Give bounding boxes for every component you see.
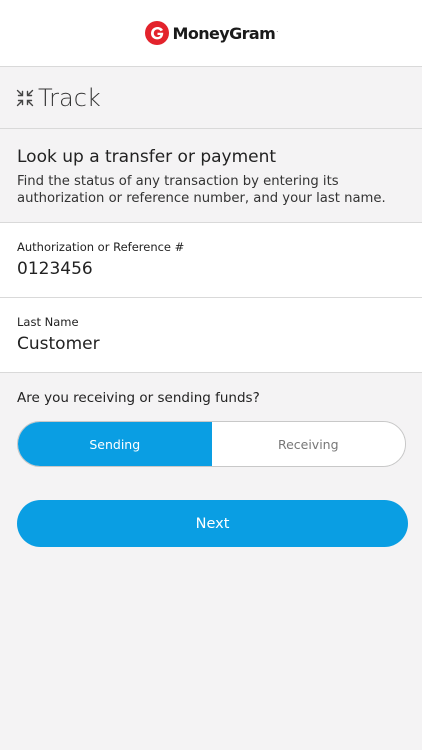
reference-field[interactable]: Authorization or Reference # 0123456 — [0, 223, 422, 298]
moneygram-logo-icon — [144, 21, 169, 45]
next-button[interactable]: Next — [17, 500, 408, 547]
track-section-header: Track — [0, 67, 422, 129]
moneygram-logo: MoneyGram. — [144, 21, 279, 45]
reference-field-label: Authorization or Reference # — [17, 240, 185, 254]
app-header: MoneyGram. — [0, 0, 422, 67]
brand-mark: . — [276, 27, 278, 35]
receiving-option[interactable]: Receiving — [211, 422, 405, 466]
sending-option[interactable]: Sending — [18, 422, 212, 466]
direction-question: Are you receiving or sending funds? — [17, 390, 260, 406]
last-name-field[interactable]: Last Name Customer — [0, 298, 422, 373]
last-name-field-label: Last Name — [17, 315, 79, 329]
direction-toggle[interactable]: Sending Receiving — [17, 421, 406, 467]
reference-input[interactable]: 0123456 — [17, 259, 406, 279]
last-name-input[interactable]: Customer — [17, 334, 406, 354]
intro-section: Look up a transfer or payment Find the s… — [0, 129, 422, 223]
collapse-arrows-icon — [16, 89, 34, 106]
intro-title: Look up a transfer or payment — [17, 147, 277, 167]
brand-name: MoneyGram. — [172, 23, 279, 43]
page-title: Track — [38, 83, 101, 112]
intro-description: Find the status of any transaction by en… — [17, 174, 386, 206]
